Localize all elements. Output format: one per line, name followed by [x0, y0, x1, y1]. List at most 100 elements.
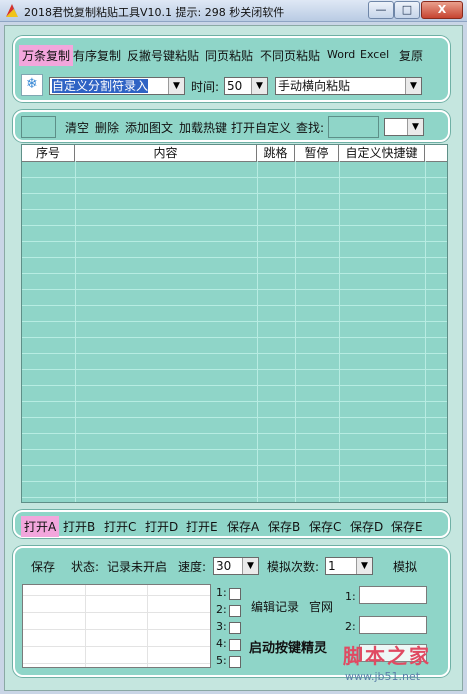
table-row-line: [22, 241, 447, 242]
save-c-button[interactable]: 保存C: [309, 518, 341, 535]
speed-select[interactable]: 30 ▼: [213, 557, 259, 575]
paste-mode-select[interactable]: 手动横向粘贴 ▼: [275, 77, 422, 95]
open-a-button[interactable]: 打开A: [21, 516, 60, 537]
table-column-line: [257, 161, 258, 502]
open-c-button[interactable]: 打开C: [104, 518, 136, 535]
chevron-down-icon: ▼: [405, 78, 421, 94]
preview-box[interactable]: [21, 116, 56, 138]
col-header-pause[interactable]: 暂停: [295, 145, 339, 161]
table-row-line: [22, 465, 447, 466]
checkbox-3[interactable]: [229, 622, 241, 634]
watermark-url: www.jb51.net: [345, 670, 421, 683]
save-e-button[interactable]: 保存E: [391, 518, 423, 535]
snowflake-button[interactable]: ❄: [21, 74, 43, 96]
col-header-skip[interactable]: 跳格: [257, 145, 295, 161]
tab-same-page-paste[interactable]: 同页粘贴: [205, 47, 253, 64]
find-select[interactable]: ▼: [384, 118, 424, 136]
mode-select[interactable]: 自定义分割符录入 ▼: [49, 77, 185, 95]
tab-bulk-copy[interactable]: 万条复制: [19, 45, 74, 66]
mode-panel: 万条复制 有序复制 反撇号键粘贴 同页粘贴 不同页粘贴 Word Excel 复…: [13, 36, 450, 102]
tab-ordered-copy[interactable]: 有序复制: [73, 47, 121, 64]
open-e-button[interactable]: 打开E: [186, 518, 218, 535]
status-label: 状态:: [71, 560, 100, 574]
table-row-line: [22, 225, 447, 226]
app-icon: [6, 4, 18, 17]
time-select[interactable]: 50 ▼: [224, 77, 268, 95]
table-row-line: [22, 289, 447, 290]
chevron-down-icon: ▼: [407, 119, 423, 135]
tab-diff-page-paste[interactable]: 不同页粘贴: [260, 47, 320, 64]
col-header-spare: [425, 145, 447, 161]
save-b-button[interactable]: 保存B: [268, 518, 300, 535]
right-label-2: 2:: [345, 620, 356, 633]
close-button[interactable]: X: [421, 1, 463, 19]
clear-button[interactable]: 清空: [65, 119, 89, 136]
sim-count-label: 模拟次数:: [267, 560, 320, 574]
table-row-line: [22, 209, 447, 210]
table-row-line: [22, 273, 447, 274]
find-input[interactable]: [328, 116, 379, 138]
check-label-2: 2:: [216, 603, 227, 616]
table-row-line: [22, 305, 447, 306]
checkbox-5[interactable]: [229, 656, 241, 668]
tab-backtick-paste[interactable]: 反撇号键粘贴: [127, 47, 199, 64]
col-header-hotkey[interactable]: 自定义快捷键: [339, 145, 425, 161]
watermark-logo: 脚本之家: [343, 644, 431, 668]
official-site-link[interactable]: 官网: [309, 598, 333, 615]
tab-restore[interactable]: 复原: [399, 47, 423, 64]
sim-count-select[interactable]: 1 ▼: [325, 557, 373, 575]
open-b-button[interactable]: 打开B: [63, 518, 95, 535]
table-header: 序号 内容 跳格 暂停 自定义快捷键: [22, 145, 447, 162]
table-row-line: [22, 257, 447, 258]
save-a-button[interactable]: 保存A: [227, 518, 259, 535]
open-d-button[interactable]: 打开D: [145, 518, 178, 535]
speed-label: 速度:: [178, 560, 207, 574]
checkbox-2[interactable]: [229, 605, 241, 617]
tab-excel[interactable]: Excel: [360, 48, 389, 61]
table-row-line: [22, 481, 447, 482]
table-row-line: [22, 497, 447, 498]
edit-record-button[interactable]: 编辑记录: [251, 598, 299, 615]
table-column-line: [295, 161, 296, 502]
check-label-1: 1:: [216, 586, 227, 599]
toolbar-panel: 清空 删除 添加图文 加载热键 打开自定义 查找: ▼: [13, 110, 450, 142]
save-button[interactable]: 保存: [31, 558, 55, 575]
table-row-line: [22, 433, 447, 434]
right-label-1: 1:: [345, 590, 356, 603]
record-list[interactable]: [22, 584, 211, 668]
check-label-5: 5:: [216, 654, 227, 667]
table-row-line: [22, 417, 447, 418]
add-image-button[interactable]: 添加图文: [125, 119, 173, 136]
minimize-button[interactable]: —: [368, 1, 394, 19]
table-column-line: [339, 161, 340, 502]
chevron-down-icon: ▼: [251, 78, 267, 94]
checkbox-4[interactable]: [229, 639, 241, 651]
find-label: 查找:: [296, 121, 325, 135]
start-wizard-button[interactable]: 启动按键精灵: [249, 637, 327, 656]
table-row-line: [22, 449, 447, 450]
table-column-line: [75, 161, 76, 502]
table-row-line: [22, 193, 447, 194]
chevron-down-icon: ▼: [356, 558, 372, 574]
hotkey-input-2[interactable]: [359, 616, 427, 634]
record-table[interactable]: 序号 内容 跳格 暂停 自定义快捷键: [21, 144, 448, 503]
time-label: 时间:: [191, 80, 220, 94]
col-header-index[interactable]: 序号: [22, 145, 75, 161]
tab-word[interactable]: Word: [327, 48, 355, 61]
title-bar[interactable]: 2018君悦复制粘贴工具V10.1 提示: 298 秒关闭软件 — □ X: [0, 0, 467, 22]
open-custom-button[interactable]: 打开自定义: [231, 119, 291, 136]
table-row-line: [22, 385, 447, 386]
save-d-button[interactable]: 保存D: [350, 518, 383, 535]
simulate-button[interactable]: 模拟: [393, 558, 417, 575]
check-label-4: 4:: [216, 637, 227, 650]
load-hotkey-button[interactable]: 加载热键: [179, 119, 227, 136]
status-value: 记录未开启: [107, 560, 168, 574]
maximize-button[interactable]: □: [394, 1, 420, 19]
delete-button[interactable]: 删除: [95, 119, 119, 136]
table-row-line: [22, 353, 447, 354]
check-label-3: 3:: [216, 620, 227, 633]
hotkey-input-1[interactable]: [359, 586, 427, 604]
checkbox-1[interactable]: [229, 588, 241, 600]
col-header-content[interactable]: 内容: [75, 145, 257, 161]
table-column-line: [425, 161, 426, 502]
